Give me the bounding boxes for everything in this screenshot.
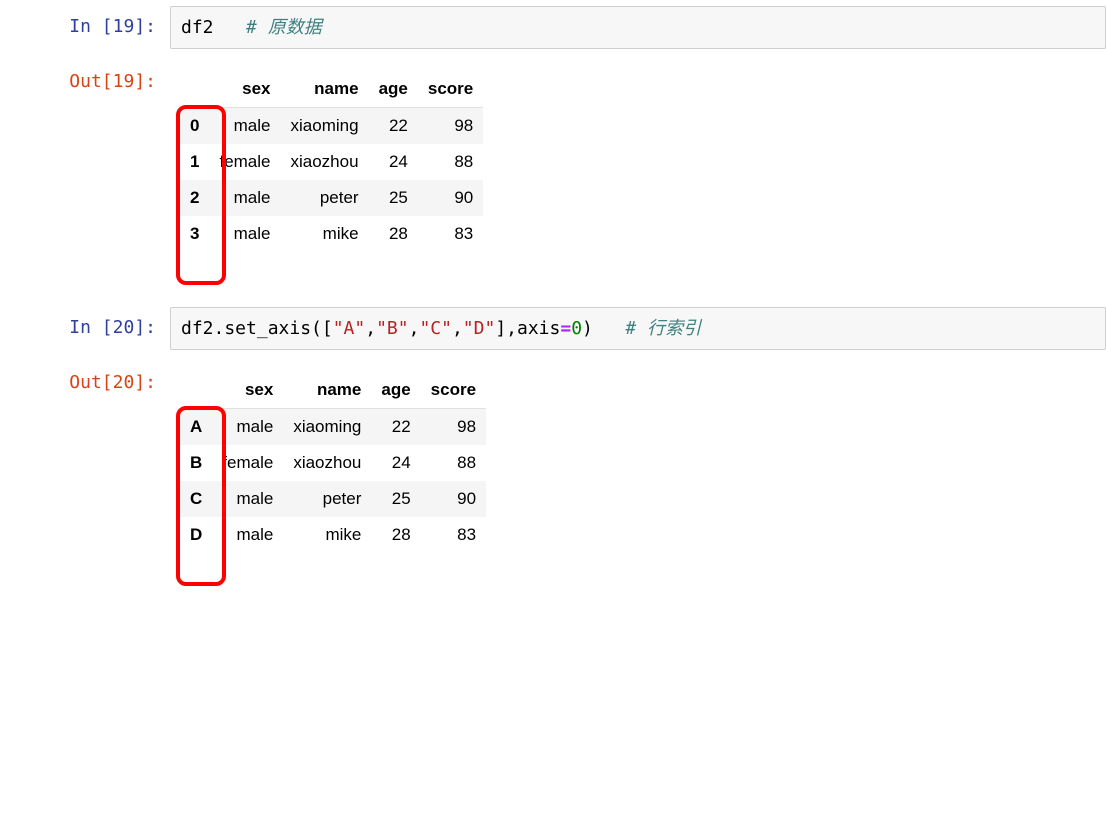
code-sep: , (409, 318, 420, 339)
cell-value: 28 (371, 517, 420, 553)
input-prompt: In [19]: (0, 6, 170, 39)
code-input[interactable]: df2.set_axis(["A","B","C","D"],axis=0) #… (170, 307, 1106, 350)
cell-spacer (0, 265, 1106, 301)
row-index: 1 (180, 144, 209, 180)
code-comment: # 原数据 (246, 17, 322, 38)
cell-value: 98 (421, 409, 486, 446)
dataframe-table: sex name age score A male xiaoming 22 98 (180, 372, 486, 553)
cell-value: xiaozhou (283, 445, 371, 481)
code-token: ) (582, 318, 593, 339)
code-string: "D" (463, 318, 496, 339)
code-string: "A" (333, 318, 366, 339)
cell-value: 88 (421, 445, 486, 481)
input-prompt: In [20]: (0, 307, 170, 340)
output-area: sex name age score A male xiaoming 22 98 (170, 362, 1106, 560)
code-string: "B" (376, 318, 409, 339)
dataframe-wrapper: sex name age score A male xiaoming 22 98 (180, 372, 486, 553)
cell-value: xiaoming (283, 409, 371, 446)
cell-value: male (212, 409, 283, 446)
row-index: 2 (180, 180, 209, 216)
code-comment: # 行索引 (625, 318, 701, 339)
cell-value: mike (281, 216, 369, 252)
dataframe-wrapper: sex name age score 0 male xiaoming 22 98 (180, 71, 483, 252)
col-header: name (283, 372, 371, 409)
cell-value: 98 (418, 108, 483, 145)
cell-value: 24 (369, 144, 418, 180)
col-header: score (421, 372, 486, 409)
index-header (180, 372, 212, 409)
cell-value: 25 (369, 180, 418, 216)
code-token: df2.set_axis([ (181, 318, 333, 339)
cell-value: male (209, 216, 280, 252)
cell-value: 22 (369, 108, 418, 145)
cell-value: 25 (371, 481, 420, 517)
cell-value: male (209, 108, 280, 145)
cell-value: male (212, 481, 283, 517)
code-operator: = (560, 318, 571, 339)
cell-value: female (209, 144, 280, 180)
code-token: ],axis (495, 318, 560, 339)
cell-value: 22 (371, 409, 420, 446)
index-header (180, 71, 209, 108)
code-sep: , (452, 318, 463, 339)
code-string: "C" (419, 318, 452, 339)
row-index: C (180, 481, 212, 517)
code-number: 0 (571, 318, 582, 339)
cell-value: xiaozhou (281, 144, 369, 180)
cell-value: 83 (418, 216, 483, 252)
cell-value: 90 (421, 481, 486, 517)
cell-output: Out[19]: sex name age score (0, 55, 1106, 265)
output-prompt: Out[19]: (0, 61, 170, 94)
cell-value: 28 (369, 216, 418, 252)
output-prompt: Out[20]: (0, 362, 170, 395)
code-input[interactable]: df2 # 原数据 (170, 6, 1106, 49)
cell-output: Out[20]: sex name age score (0, 356, 1106, 566)
row-index: A (180, 409, 212, 446)
cell-value: peter (281, 180, 369, 216)
cell-value: female (212, 445, 283, 481)
cell-input: In [20]: df2.set_axis(["A","B","C","D"],… (0, 301, 1106, 356)
cell-value: peter (283, 481, 371, 517)
row-index: B (180, 445, 212, 481)
code-expr: df2 (181, 17, 214, 38)
cell-value: male (209, 180, 280, 216)
row-index: 0 (180, 108, 209, 145)
row-index: 3 (180, 216, 209, 252)
cell-input: In [19]: df2 # 原数据 (0, 0, 1106, 55)
cell-value: male (212, 517, 283, 553)
col-header: age (369, 71, 418, 108)
dataframe-table: sex name age score 0 male xiaoming 22 98 (180, 71, 483, 252)
col-header: score (418, 71, 483, 108)
cell-value: 83 (421, 517, 486, 553)
cell-value: 88 (418, 144, 483, 180)
cell-value: mike (283, 517, 371, 553)
col-header: name (281, 71, 369, 108)
row-index: D (180, 517, 212, 553)
cell-value: 90 (418, 180, 483, 216)
cell-value: 24 (371, 445, 420, 481)
cell-value: xiaoming (281, 108, 369, 145)
col-header: age (371, 372, 420, 409)
notebook: In [19]: df2 # 原数据 Out[19]: sex name age… (0, 0, 1106, 566)
col-header: sex (212, 372, 283, 409)
col-header: sex (209, 71, 280, 108)
code-sep: , (365, 318, 376, 339)
output-area: sex name age score 0 male xiaoming 22 98 (170, 61, 1106, 259)
